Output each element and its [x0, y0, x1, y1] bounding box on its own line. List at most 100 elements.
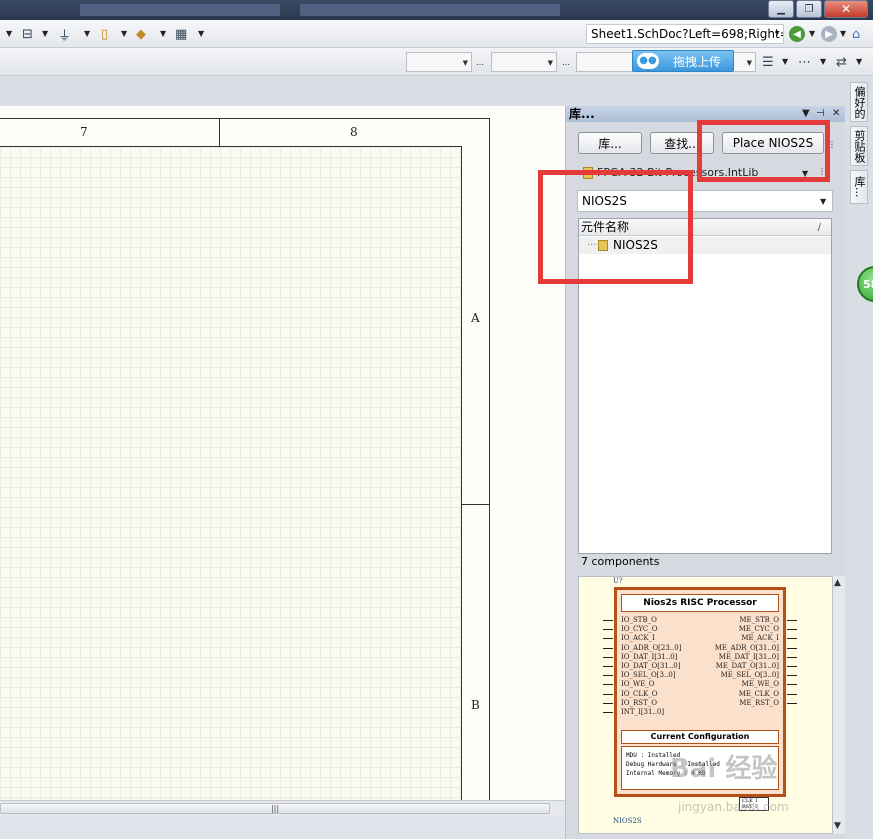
- pin-stub: [787, 693, 797, 695]
- sheet-grid[interactable]: [0, 146, 462, 806]
- zone-row-label: A: [471, 311, 480, 325]
- search-button-label: 查找...: [664, 136, 700, 151]
- watermark-url: jingyan.baidu.com: [678, 800, 789, 814]
- pin-label: INT_I[31..0]: [621, 708, 665, 716]
- panel-close-icon[interactable]: ✕: [832, 106, 840, 122]
- dropdown-arrow-icon[interactable]: ▼: [820, 57, 826, 66]
- dropdown-arrow-icon[interactable]: ▼: [198, 29, 204, 38]
- pin-stub: [603, 638, 613, 640]
- document-address-input[interactable]: Sheet1.SchDoc?Left=698;Right=: [586, 24, 784, 44]
- size-combo[interactable]: ▼: [491, 52, 557, 72]
- font-combo[interactable]: ▼: [406, 52, 472, 72]
- swap-icon[interactable]: ⇄: [836, 53, 847, 71]
- close-button[interactable]: ✕: [824, 0, 868, 18]
- pin-stub: [787, 702, 797, 704]
- title-bar-blur: [80, 4, 280, 16]
- component-icon[interactable]: ▯: [101, 25, 108, 43]
- pin-label: IO_CYC_O: [621, 625, 658, 634]
- pin-label: IO_DAT_I[31..0]: [621, 652, 678, 661]
- dropdown-arrow-icon[interactable]: ▼: [84, 29, 90, 38]
- title-bar-blur: [300, 4, 560, 16]
- pin-label: ME_ACK_I: [741, 634, 779, 643]
- pin-stub: [603, 712, 613, 713]
- pin-stub: [603, 647, 613, 649]
- badge-count: 58: [863, 277, 873, 291]
- scroll-down-icon[interactable]: ▼: [834, 821, 841, 831]
- watermark-logo: Bai 经验: [670, 754, 778, 784]
- dropdown-arrow-icon[interactable]: ▼: [42, 29, 48, 38]
- tab-clipboard[interactable]: 剪贴板: [850, 126, 868, 166]
- dropdown-arrow-icon[interactable]: ▼: [121, 29, 127, 38]
- pin-label: IO_WE_O: [621, 680, 655, 689]
- pin-label: IO_RST_O: [621, 698, 657, 707]
- pin-stub: [603, 666, 613, 667]
- align-icon[interactable]: ☰: [762, 53, 774, 71]
- dropdown-arrow-icon[interactable]: ▼: [782, 57, 788, 66]
- notification-badge[interactable]: 58: [857, 266, 873, 302]
- document-address-text: Sheet1.SchDoc?Left=698;Right=: [591, 27, 784, 41]
- component-title: Nios2s RISC Processor: [621, 594, 779, 612]
- pin-label: ME_DAT_I[31..0]: [718, 652, 779, 661]
- sort-icon[interactable]: /: [818, 219, 821, 236]
- tab-label: 偏好的: [853, 85, 866, 119]
- dropdown-arrow-icon[interactable]: ▼: [809, 29, 815, 38]
- pin-stub: [787, 629, 797, 631]
- pin-label: IO_SEL_O[3..0]: [621, 671, 676, 680]
- dropdown-arrow-icon[interactable]: ▼: [840, 29, 846, 38]
- drag-upload-button[interactable]: ●● 拖拽上传: [632, 50, 734, 72]
- tab-label: 剪贴板: [853, 129, 866, 163]
- pin-stub: [787, 666, 797, 667]
- status-bar: [0, 816, 565, 839]
- horizontal-scrollbar[interactable]: |||: [0, 800, 565, 816]
- zone-column-label: 7: [80, 125, 88, 139]
- back-icon[interactable]: ◀: [789, 26, 805, 42]
- component-count: 7 components: [581, 555, 660, 568]
- dropdown-arrow-icon: ▼: [547, 59, 553, 67]
- dropdown-arrow-icon[interactable]: ▼: [820, 197, 826, 206]
- distribute-icon[interactable]: ⋯: [798, 53, 811, 71]
- pin-label: ME_DAT_O[31..0]: [715, 662, 779, 670]
- ground-icon[interactable]: ⏚: [58, 25, 71, 44]
- highlight-place-button: [697, 120, 830, 182]
- dropdown-arrow-icon[interactable]: ▼: [6, 29, 12, 38]
- more-icon[interactable]: …: [476, 58, 484, 67]
- pin-stub: [787, 656, 797, 658]
- zone-row-label: B: [471, 698, 480, 712]
- tab-libraries[interactable]: 库...: [850, 170, 868, 204]
- toolbar-wiring: ▼ ⊟ ▼ ⏚ ▼ ▯ ▼ ◆ ▼ ▦ ▼ Sheet1.SchDoc?Left…: [0, 20, 873, 48]
- minimize-button[interactable]: ▁: [768, 0, 794, 18]
- pin-label: ME_CLK_O: [738, 689, 779, 698]
- tab-favorites[interactable]: 偏好的: [850, 82, 868, 122]
- tab-label: 库...: [853, 176, 866, 198]
- pin-label: IO_ADR_O[23..0]: [621, 643, 682, 652]
- dropdown-arrow-icon[interactable]: ▼: [160, 29, 166, 38]
- zone-column-label: 8: [350, 125, 358, 139]
- maximize-button[interactable]: ❐: [796, 0, 822, 18]
- dropdown-arrow-icon: ▼: [462, 59, 468, 67]
- pin-stub: [787, 620, 797, 621]
- harness-icon[interactable]: ◆: [136, 25, 146, 43]
- cloud-icon: ●●: [637, 53, 659, 69]
- pin-stub: [603, 629, 613, 631]
- pin-stub: [787, 684, 797, 686]
- home-icon[interactable]: ⌂: [852, 25, 860, 43]
- more-icon[interactable]: …: [562, 58, 570, 67]
- dropdown-arrow-icon[interactable]: ▼: [856, 57, 862, 66]
- pin-label: IO_DAT_O[31..0]: [621, 662, 681, 670]
- forward-icon[interactable]: ▶: [821, 26, 837, 42]
- scroll-up-icon[interactable]: ▲: [834, 578, 841, 588]
- toolbar-format: ▼ … ▼ … ▼ ●● 拖拽上传 ☰ ▼ ⋯ ▼ ⇄ ▼: [0, 48, 873, 76]
- schematic-sheet[interactable]: 7 8 A B: [0, 106, 565, 808]
- pin-label: ME_ADR_O[31..0]: [714, 643, 779, 652]
- pin-stub: [603, 620, 613, 621]
- grid-icon[interactable]: ▦: [175, 25, 187, 43]
- address-dropdown-icon[interactable]: ▾: [775, 29, 779, 38]
- pin-label: ME_RST_O: [739, 698, 779, 707]
- component-preview: U? Nios2s RISC Processor Current Configu…: [578, 576, 833, 834]
- preview-scrollbar[interactable]: ▲ ▼: [833, 576, 845, 834]
- scrollbar-thumb[interactable]: |||: [0, 803, 550, 814]
- pin-stub: [603, 684, 613, 686]
- port-icon[interactable]: ⊟: [22, 25, 33, 43]
- libraries-button[interactable]: 库...: [578, 132, 642, 154]
- pin-stub: [787, 647, 797, 649]
